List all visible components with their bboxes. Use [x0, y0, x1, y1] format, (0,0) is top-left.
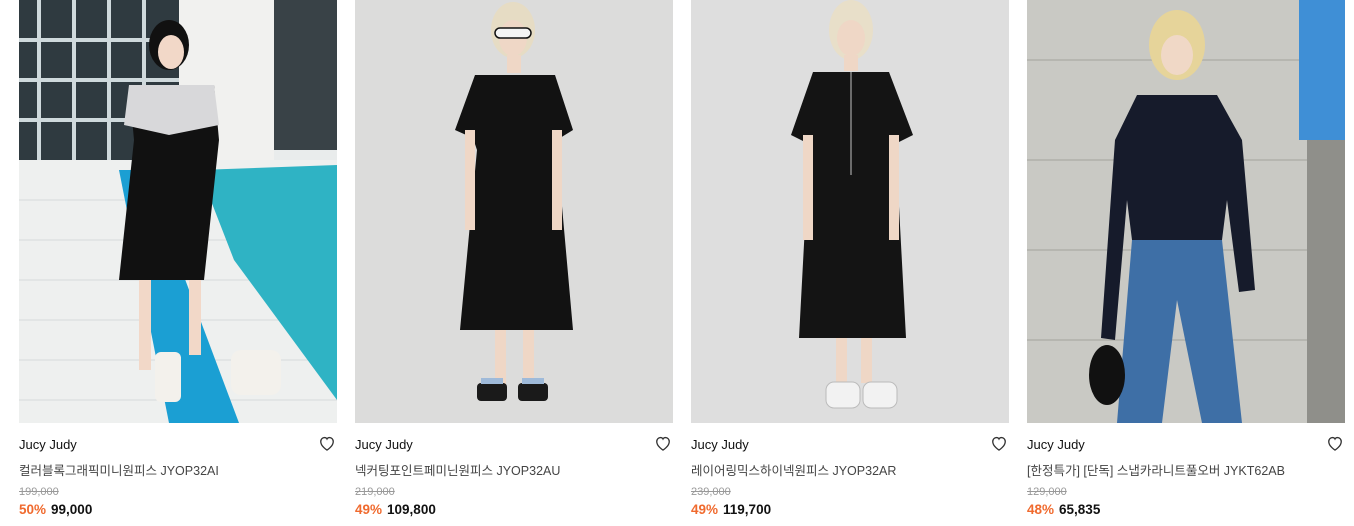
brand-row: Jucy Judy: [1027, 433, 1345, 455]
product-card[interactable]: Jucy Judy 넥커팅포인트페미닌원피스 JYOP32AU 219,000 …: [355, 0, 673, 526]
sale-price: 99,000: [51, 502, 93, 517]
brand-row: Jucy Judy: [691, 433, 1009, 455]
sale-price: 65,835: [1059, 502, 1101, 517]
product-image[interactable]: [19, 0, 337, 423]
brand-name[interactable]: Jucy Judy: [355, 437, 413, 452]
price-row: 50% 99,000: [19, 502, 92, 517]
discount-rate: 48%: [1027, 502, 1055, 517]
original-price: 129,000: [1027, 486, 1067, 498]
product-name[interactable]: 레이어링믹스하이넥원피스 JYOP32AR: [691, 460, 1009, 479]
product-name[interactable]: [한정특가] [단독] 스냅카라니트풀오버 JYKT62AB: [1027, 460, 1345, 479]
product-grid: Jucy Judy 컬러블록그래픽미니원피스 JYOP32AI 199,000 …: [0, 0, 1354, 526]
discount-rate: 49%: [691, 502, 719, 517]
product-image[interactable]: [1027, 0, 1345, 423]
product-image[interactable]: [355, 0, 673, 423]
product-card[interactable]: Jucy Judy [한정특가] [단독] 스냅카라니트풀오버 JYKT62AB…: [1027, 0, 1345, 526]
sale-price: 119,700: [723, 502, 772, 517]
price-row: 48% 65,835: [1027, 502, 1100, 517]
discount-rate: 49%: [355, 502, 383, 517]
price-row: 49% 109,800: [355, 502, 436, 517]
heart-outline-icon[interactable]: [1325, 433, 1345, 453]
product-name[interactable]: 컬러블록그래픽미니원피스 JYOP32AI: [19, 460, 337, 479]
product-name[interactable]: 넥커팅포인트페미닌원피스 JYOP32AU: [355, 460, 673, 479]
original-price: 199,000: [19, 486, 59, 498]
original-price: 239,000: [691, 486, 731, 498]
brand-row: Jucy Judy: [355, 433, 673, 455]
brand-row: Jucy Judy: [19, 433, 337, 455]
heart-outline-icon[interactable]: [989, 433, 1009, 453]
product-card[interactable]: Jucy Judy 컬러블록그래픽미니원피스 JYOP32AI 199,000 …: [19, 0, 337, 526]
price-row: 49% 119,700: [691, 502, 771, 517]
original-price: 219,000: [355, 486, 395, 498]
brand-name[interactable]: Jucy Judy: [691, 437, 749, 452]
brand-name[interactable]: Jucy Judy: [19, 437, 77, 452]
brand-name[interactable]: Jucy Judy: [1027, 437, 1085, 452]
heart-outline-icon[interactable]: [317, 433, 337, 453]
product-image[interactable]: [691, 0, 1009, 423]
product-card[interactable]: Jucy Judy 레이어링믹스하이넥원피스 JYOP32AR 239,000 …: [691, 0, 1009, 526]
discount-rate: 50%: [19, 502, 47, 517]
heart-outline-icon[interactable]: [653, 433, 673, 453]
sale-price: 109,800: [387, 502, 436, 517]
